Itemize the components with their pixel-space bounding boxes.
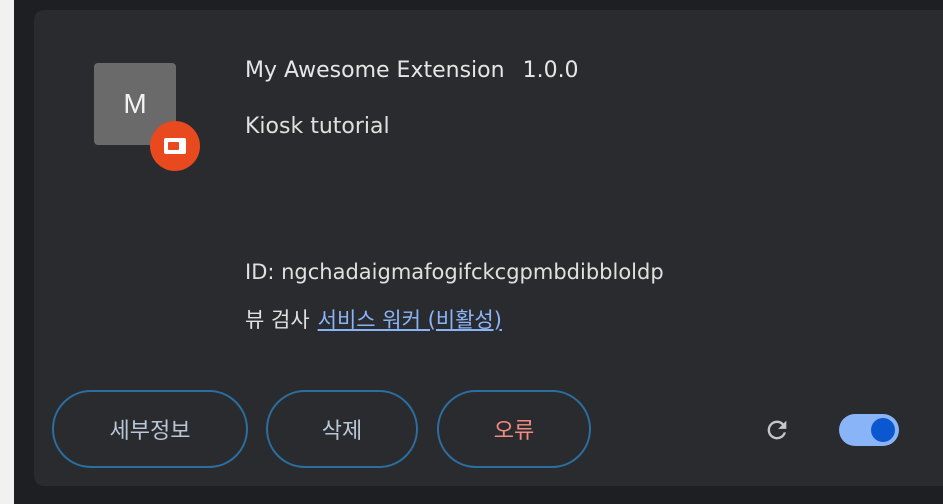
remove-button[interactable]: 삭제: [266, 390, 418, 468]
extension-description: Kiosk tutorial: [245, 114, 390, 139]
reload-icon[interactable]: [760, 413, 794, 447]
left-edge-strip: [0, 0, 14, 504]
details-button[interactable]: 세부정보: [52, 390, 248, 468]
extension-icon-letter: M: [123, 88, 147, 119]
extension-title-row: My Awesome Extension 1.0.0: [245, 58, 579, 83]
toggle-knob: [871, 418, 895, 442]
inspect-views-row: 뷰 검사 서비스 워커 (비활성): [245, 304, 502, 334]
service-worker-link[interactable]: 서비스 워커 (비활성): [318, 308, 502, 332]
enable-toggle[interactable]: [839, 414, 899, 446]
inspect-views-label: 뷰 검사: [245, 308, 310, 332]
kiosk-badge-icon: [150, 121, 200, 171]
extension-name: My Awesome Extension: [245, 58, 505, 83]
extension-id: ID: ngchadaigmafogifckcgpmbdibbloldp: [245, 260, 664, 284]
extension-version: 1.0.0: [522, 58, 579, 83]
extension-card: M My Awesome Extension 1.0.0 Kiosk tutori…: [34, 10, 943, 486]
errors-button[interactable]: 오류: [437, 390, 591, 468]
